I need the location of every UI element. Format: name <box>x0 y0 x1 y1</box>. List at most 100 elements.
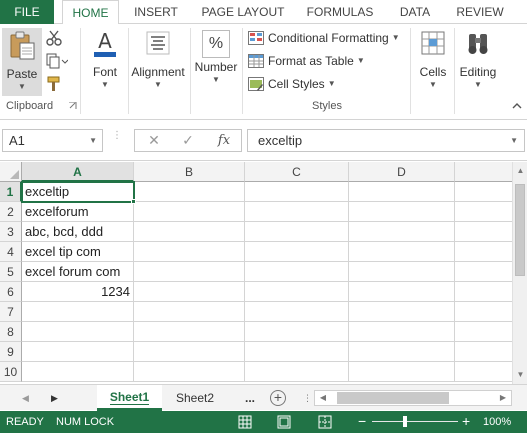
cell-b9[interactable] <box>134 342 245 362</box>
scissors-icon[interactable] <box>46 30 62 46</box>
cell-b4[interactable] <box>134 242 245 262</box>
cell-a3[interactable]: abc, bcd, ddd <box>22 222 134 242</box>
formula-bar-grip-icon[interactable]: ⋮ <box>112 131 122 141</box>
horizontal-scrollbar[interactable]: ◀ ▶ <box>314 390 512 406</box>
copy-icon[interactable] <box>46 53 68 69</box>
row-header[interactable]: 3 <box>0 222 22 242</box>
tab-data[interactable]: DATA <box>391 0 439 24</box>
cell-e8[interactable] <box>455 322 512 342</box>
cell-a10[interactable] <box>22 362 134 382</box>
cell-d4[interactable] <box>349 242 455 262</box>
cell-d9[interactable] <box>349 342 455 362</box>
enter-entry-button[interactable]: ✓ <box>173 130 203 151</box>
cell-c9[interactable] <box>245 342 349 362</box>
cell-a2[interactable]: excelforum <box>22 202 134 222</box>
zoom-out-button[interactable]: − <box>358 411 366 433</box>
cell-c1[interactable] <box>245 182 349 202</box>
vertical-scroll-thumb[interactable] <box>515 184 525 276</box>
sheet-tab-sheet1[interactable]: Sheet1 <box>97 385 162 411</box>
horizontal-scroll-thumb[interactable] <box>337 392 449 404</box>
add-sheet-button[interactable]: + <box>270 390 286 406</box>
editing-button[interactable]: Editing ▼ <box>456 28 500 89</box>
cell-c8[interactable] <box>245 322 349 342</box>
tab-home[interactable]: HOME <box>62 0 119 25</box>
fill-handle[interactable] <box>131 199 136 204</box>
cell-a1[interactable]: exceltip <box>21 181 135 203</box>
vertical-scrollbar[interactable]: ▲ ▼ <box>512 162 527 384</box>
zoom-in-button[interactable]: + <box>462 411 470 433</box>
cell-e1[interactable] <box>455 182 512 202</box>
row-header[interactable]: 2 <box>0 202 22 222</box>
zoom-slider-knob[interactable] <box>403 416 407 427</box>
row-header[interactable]: 1 <box>0 182 22 202</box>
scroll-right-icon[interactable]: ▶ <box>496 391 510 405</box>
font-button[interactable]: A Font ▼ <box>86 28 124 89</box>
row-header[interactable]: 10 <box>0 362 22 382</box>
cell-a6[interactable]: 1234 <box>22 282 134 302</box>
cell-a5[interactable]: excel forum com <box>22 262 134 282</box>
next-sheet-icon[interactable]: ▶ <box>51 385 58 411</box>
cell-b6[interactable] <box>134 282 245 302</box>
cell-e9[interactable] <box>455 342 512 362</box>
more-sheets-button[interactable]: ... <box>237 385 263 411</box>
name-box[interactable]: A1 ▼ <box>2 129 103 152</box>
cell-d1[interactable] <box>349 182 455 202</box>
tab-split-handle-icon[interactable]: ⋮ <box>303 392 312 404</box>
number-button[interactable]: % Number ▼ <box>192 28 240 84</box>
cell-c5[interactable] <box>245 262 349 282</box>
insert-function-button[interactable]: fx <box>209 130 239 151</box>
column-header[interactable]: C <box>245 162 349 182</box>
zoom-slider[interactable] <box>372 421 458 422</box>
paste-button[interactable]: Paste ▼ <box>2 28 42 96</box>
cell-e5[interactable] <box>455 262 512 282</box>
column-header[interactable]: D <box>349 162 455 182</box>
page-break-view-icon[interactable] <box>318 415 332 429</box>
sheet-tab-sheet2[interactable]: Sheet2 <box>164 385 226 411</box>
cell-b3[interactable] <box>134 222 245 242</box>
page-layout-view-icon[interactable] <box>277 415 291 429</box>
prev-sheet-icon[interactable]: ◀ <box>22 385 29 411</box>
tab-review[interactable]: REVIEW <box>449 0 511 24</box>
tab-insert[interactable]: INSERT <box>127 0 185 24</box>
cell-b1[interactable] <box>134 182 245 202</box>
normal-view-icon[interactable] <box>238 415 252 429</box>
cell-a8[interactable] <box>22 322 134 342</box>
cell-a7[interactable] <box>22 302 134 322</box>
column-header[interactable]: B <box>134 162 245 182</box>
cell-c6[interactable] <box>245 282 349 302</box>
cell-c7[interactable] <box>245 302 349 322</box>
cell-e6[interactable] <box>455 282 512 302</box>
row-header[interactable]: 7 <box>0 302 22 322</box>
conditional-formatting-button[interactable]: Conditional Formatting ▼ <box>248 28 400 48</box>
cell-c2[interactable] <box>245 202 349 222</box>
cell-b8[interactable] <box>134 322 245 342</box>
row-header[interactable]: 4 <box>0 242 22 262</box>
cell-e10[interactable] <box>455 362 512 382</box>
cell-b2[interactable] <box>134 202 245 222</box>
cell-e3[interactable] <box>455 222 512 242</box>
tab-page-layout[interactable]: PAGE LAYOUT <box>196 0 290 24</box>
scroll-down-icon[interactable]: ▼ <box>513 368 527 382</box>
row-header[interactable]: 9 <box>0 342 22 362</box>
cell-styles-button[interactable]: Cell Styles ▼ <box>248 74 336 94</box>
scroll-left-icon[interactable]: ◀ <box>316 391 330 405</box>
cell-b10[interactable] <box>134 362 245 382</box>
tab-file[interactable]: FILE <box>0 0 54 24</box>
format-painter-icon[interactable] <box>46 76 62 92</box>
cell-d3[interactable] <box>349 222 455 242</box>
dialog-launcher-icon[interactable] <box>69 102 77 110</box>
column-header[interactable] <box>455 162 512 182</box>
cancel-entry-button[interactable]: ✕ <box>139 130 169 151</box>
cell-d10[interactable] <box>349 362 455 382</box>
cell-d2[interactable] <box>349 202 455 222</box>
cell-d8[interactable] <box>349 322 455 342</box>
cell-d5[interactable] <box>349 262 455 282</box>
format-as-table-button[interactable]: Format as Table ▼ <box>248 51 365 71</box>
alignment-button[interactable]: Alignment ▼ <box>128 28 188 89</box>
cell-d6[interactable] <box>349 282 455 302</box>
zoom-level[interactable]: 100% <box>483 411 511 433</box>
row-header[interactable]: 6 <box>0 282 22 302</box>
select-all-button[interactable] <box>0 162 22 182</box>
tab-formulas[interactable]: FORMULAS <box>300 0 380 24</box>
cell-d7[interactable] <box>349 302 455 322</box>
